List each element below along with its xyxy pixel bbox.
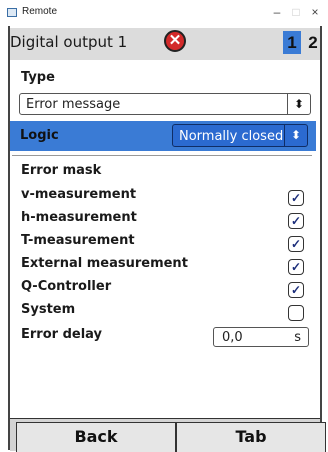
back-button[interactable]: Back [16, 422, 176, 452]
tab-button[interactable]: Tab [176, 422, 326, 452]
logic-select[interactable]: Normally closed ⬍ [172, 124, 308, 147]
minimize-button[interactable]: – [268, 3, 286, 21]
checkbox-system[interactable] [288, 305, 304, 321]
type-label: Type [21, 70, 55, 85]
type-select-value: Error message [26, 97, 121, 112]
error-delay-value: 0,0 [222, 330, 243, 345]
error-delay-label: Error delay [21, 327, 102, 342]
mask-label-v-measurement: v-measurement [21, 187, 137, 202]
checkbox-h-measurement[interactable]: ✓ [288, 213, 304, 229]
mask-label-external-measurement: External measurement [21, 256, 188, 271]
page-indicator-2[interactable]: 2 [306, 31, 320, 54]
page-title: Digital output 1 [10, 33, 128, 51]
updown-arrow-icon: ⬍ [284, 125, 307, 146]
window-title: Remote [22, 6, 58, 17]
error-delay-input[interactable]: 0,0 s [213, 327, 309, 347]
screen-header: Digital output 1 ✕ 1 2 [10, 28, 320, 60]
logic-label: Logic [20, 128, 59, 143]
logic-row[interactable]: Logic Normally closed ⬍ [10, 121, 316, 151]
maximize-button[interactable]: □ [287, 3, 305, 21]
mask-label-system: System [21, 302, 76, 317]
checkbox-q-controller[interactable]: ✓ [288, 282, 304, 298]
page-indicator-1[interactable]: 1 [283, 31, 301, 54]
error-delay-unit: s [294, 330, 301, 345]
button-bar: Back Tab [10, 418, 326, 452]
mask-label-h-measurement: h-measurement [21, 210, 137, 225]
error-mask-label: Error mask [21, 163, 102, 178]
logic-select-value: Normally closed [179, 129, 284, 144]
mask-label-t-measurement: T-measurement [21, 233, 135, 248]
window-titlebar: Remote – □ × [0, 0, 328, 26]
divider [12, 155, 312, 156]
mask-label-q-controller: Q-Controller [21, 279, 112, 294]
checkbox-t-measurement[interactable]: ✓ [288, 236, 304, 252]
checkbox-external-measurement[interactable]: ✓ [288, 259, 304, 275]
error-icon[interactable]: ✕ [164, 30, 186, 52]
type-select[interactable]: Error message ⬍ [19, 93, 311, 115]
updown-arrow-icon: ⬍ [287, 94, 310, 114]
app-icon [7, 8, 17, 17]
checkbox-v-measurement[interactable]: ✓ [288, 190, 304, 206]
close-button[interactable]: × [306, 3, 324, 21]
